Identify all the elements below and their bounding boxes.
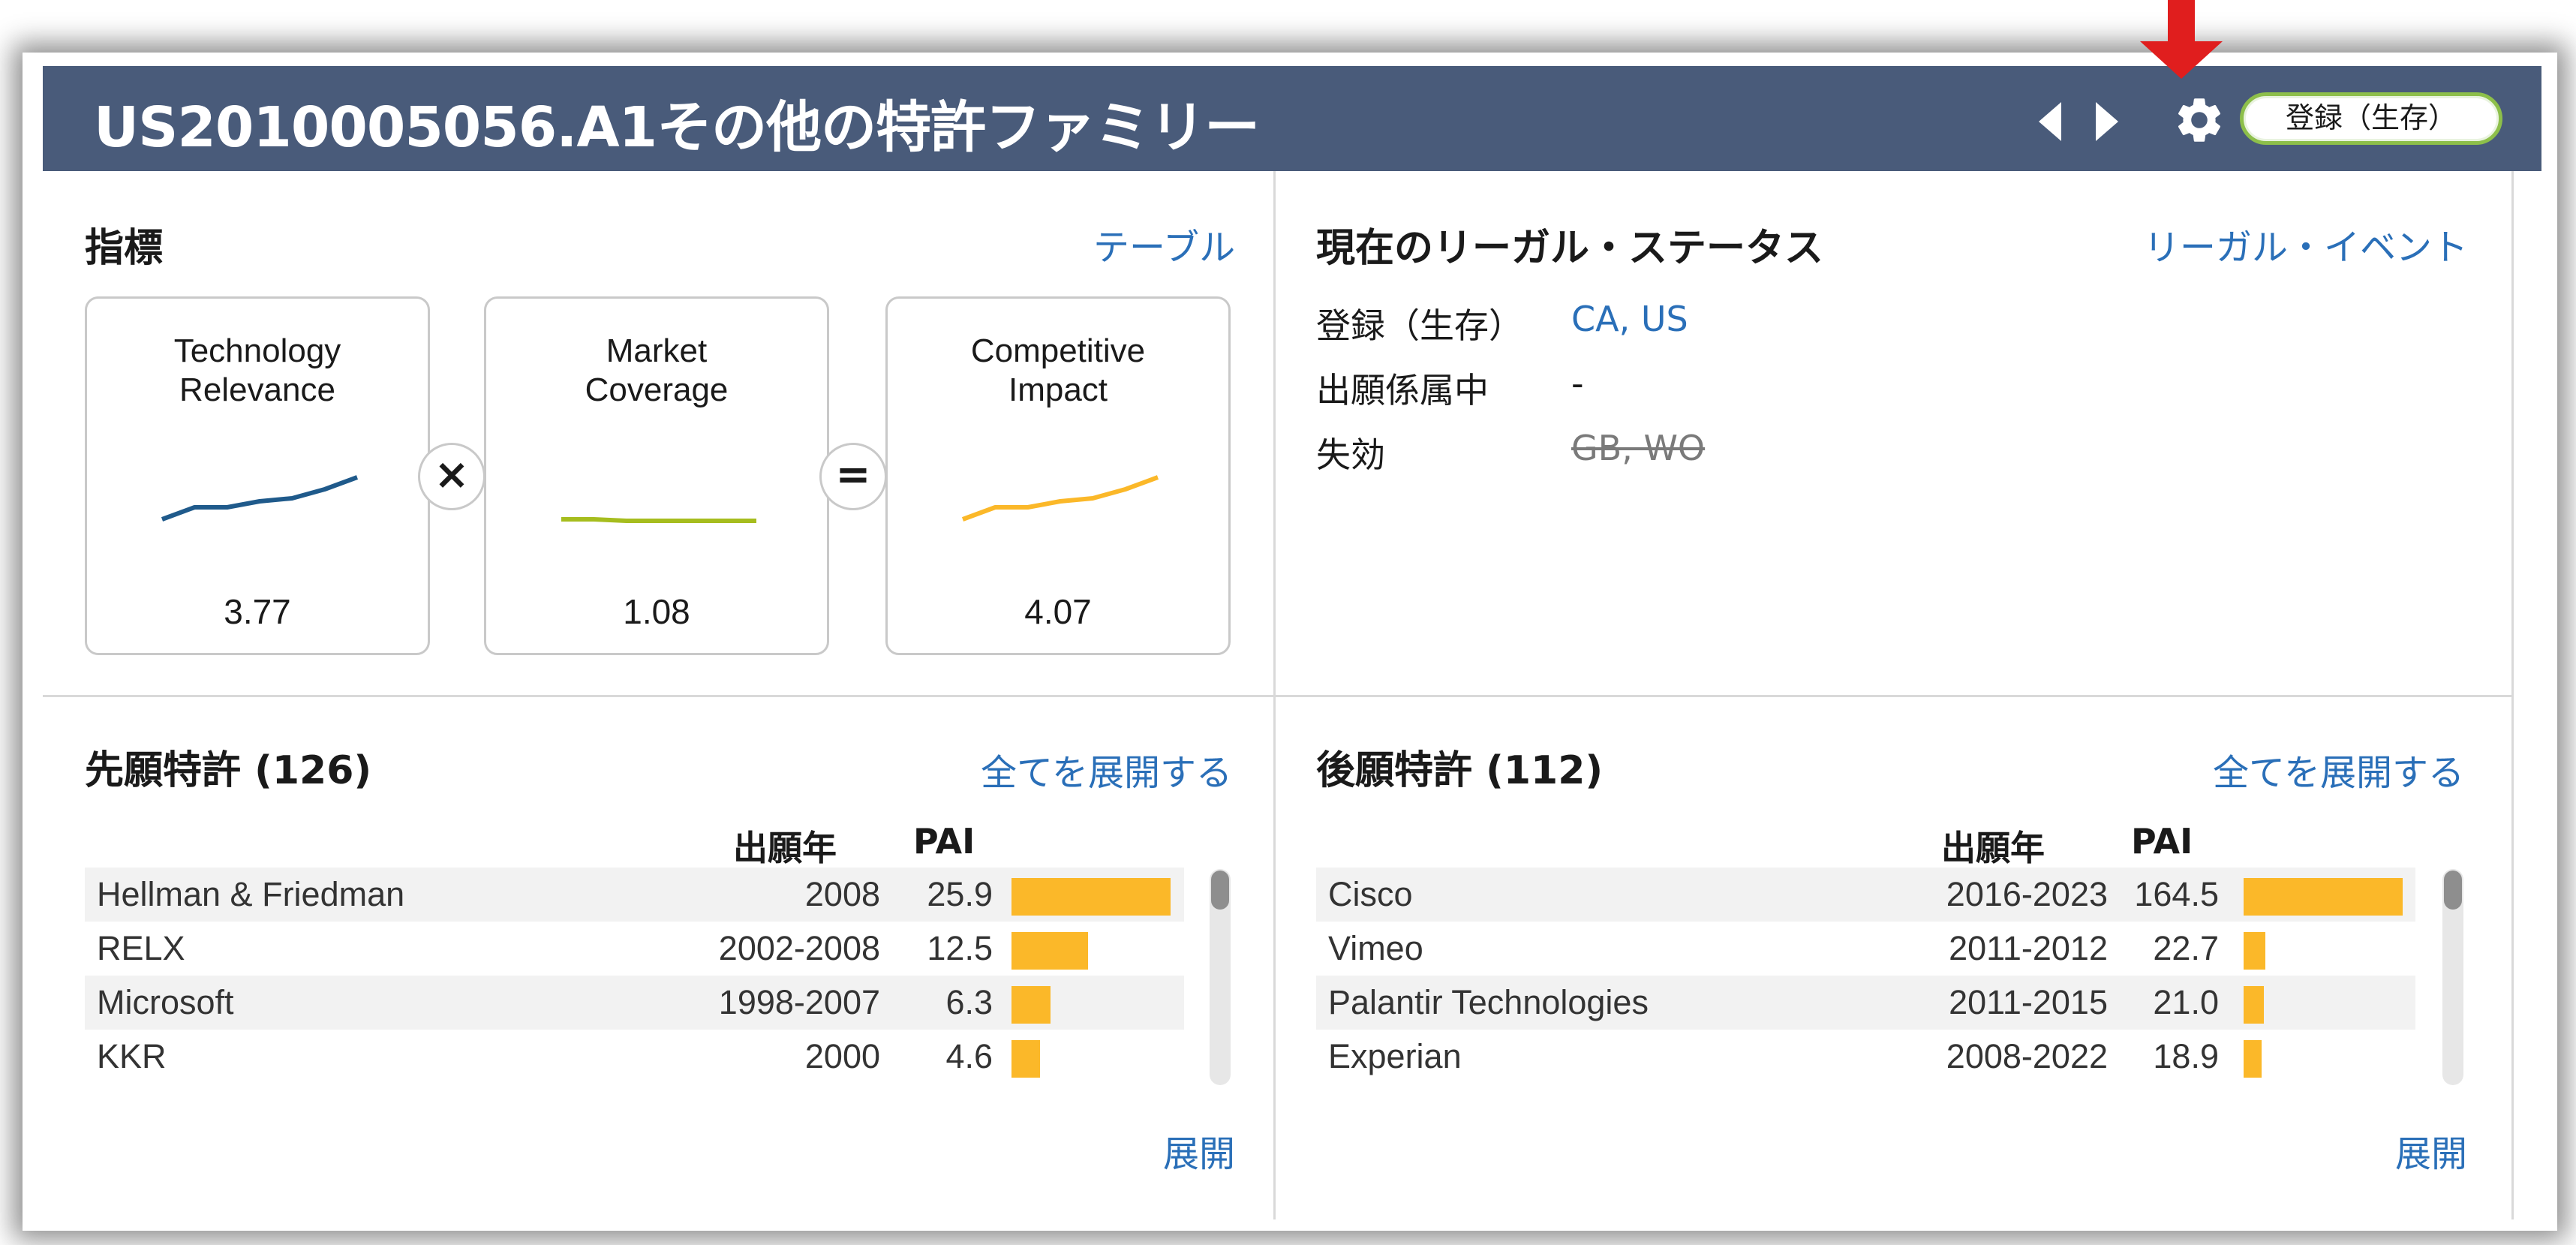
prior-expand-all-link[interactable]: 全てを展開する bbox=[981, 743, 1232, 795]
legal-value-link[interactable]: CA, US bbox=[1571, 299, 1688, 339]
assignee-name: Experian bbox=[1328, 1037, 1462, 1075]
pai-value: 6.3 bbox=[945, 983, 993, 1021]
metrics-title: 指標 bbox=[85, 226, 164, 271]
filing-year: 2008 bbox=[804, 875, 880, 913]
prior-expand-link[interactable]: 展開 bbox=[1163, 1124, 1235, 1177]
legal-key: 失効 bbox=[1316, 435, 1385, 475]
legal-value-lapsed[interactable]: GB, WO bbox=[1571, 428, 1705, 468]
sparkline-competitive-impact bbox=[961, 475, 1159, 522]
metric-value: 3.77 bbox=[224, 592, 291, 631]
equals-operator: = bbox=[819, 443, 887, 510]
prior-scrollbar[interactable] bbox=[1210, 869, 1231, 1085]
page-title: US2010005056.A1その他の特許ファミリー bbox=[94, 95, 1260, 160]
later-scrollbar[interactable] bbox=[2442, 869, 2463, 1085]
table-row[interactable]: Experian 2008-2022 18.9 bbox=[1316, 1030, 2415, 1084]
pai-bar bbox=[1011, 986, 1051, 1024]
sparkline-market-coverage bbox=[561, 517, 756, 523]
pai-value: 25.9 bbox=[927, 875, 993, 913]
table-row[interactable]: Palantir Technologies 2011-2015 21.0 bbox=[1316, 976, 2415, 1030]
pai-bar bbox=[2244, 1040, 2262, 1078]
later-col-pai: PAI bbox=[2131, 821, 2193, 862]
metric-value: 4.07 bbox=[1024, 592, 1092, 631]
assignee-name: Cisco bbox=[1328, 875, 1413, 913]
prior-scroll-thumb[interactable] bbox=[1211, 871, 1229, 910]
assignee-name: Microsoft bbox=[97, 983, 234, 1021]
pai-value: 18.9 bbox=[2153, 1037, 2219, 1075]
table-row[interactable]: KKR 2000 4.6 bbox=[85, 1030, 1184, 1084]
filing-year: 2008-2022 bbox=[1946, 1037, 2108, 1075]
assignee-name: Hellman & Friedman bbox=[97, 875, 405, 913]
table-row[interactable]: Vimeo 2011-2012 22.7 bbox=[1316, 922, 2415, 976]
chevron-left-icon[interactable] bbox=[2039, 102, 2061, 141]
filing-year: 2002-2008 bbox=[718, 929, 880, 967]
status-badge[interactable]: 登録（生存） bbox=[2240, 92, 2502, 145]
filing-year: 2011-2012 bbox=[1949, 929, 2108, 967]
filing-year: 2000 bbox=[804, 1037, 880, 1075]
assignee-name: RELX bbox=[97, 929, 185, 967]
content-panels: 指標 テーブル Technology Relevance 3.77 × Mark… bbox=[43, 171, 2514, 1219]
later-expand-all-link[interactable]: 全てを展開する bbox=[2213, 743, 2464, 795]
metric-card-market-coverage[interactable]: Market Coverage 1.08 bbox=[484, 296, 829, 655]
pai-value: 164.5 bbox=[2134, 875, 2219, 913]
metric-label: Technology Relevance bbox=[173, 332, 341, 408]
sparkline-technology-relevance bbox=[161, 475, 359, 522]
legal-key: 登録（生存） bbox=[1316, 305, 1523, 346]
prior-patents-title: 先願特許 (126) bbox=[85, 748, 372, 793]
annotation-arrow-down-icon bbox=[2140, 0, 2223, 79]
pai-bar bbox=[1011, 1040, 1040, 1078]
assignee-name: Palantir Technologies bbox=[1328, 983, 1649, 1021]
pai-bar bbox=[2244, 986, 2265, 1024]
pai-bar bbox=[2244, 932, 2266, 970]
later-patents-title: 後願特許 (112) bbox=[1316, 748, 1604, 793]
table-row[interactable]: Microsoft 1998-2007 6.3 bbox=[85, 976, 1184, 1030]
pai-value: 12.5 bbox=[927, 929, 993, 967]
pai-bar bbox=[1011, 878, 1171, 916]
metric-label: Competitive Impact bbox=[970, 332, 1146, 408]
later-expand-link[interactable]: 展開 bbox=[2395, 1124, 2467, 1177]
header-bar: US2010005056.A1その他の特許ファミリー 登録（生存） bbox=[43, 66, 2541, 171]
filing-year: 1998-2007 bbox=[718, 983, 880, 1021]
filing-year: 2016-2023 bbox=[1946, 875, 2108, 913]
legal-events-link[interactable]: リーガル・イベント bbox=[2144, 218, 2468, 270]
later-scroll-thumb[interactable] bbox=[2444, 871, 2462, 910]
metric-card-competitive-impact[interactable]: Competitive Impact 4.07 bbox=[885, 296, 1231, 655]
metric-value: 1.08 bbox=[623, 592, 690, 631]
filing-year: 2011-2015 bbox=[1949, 983, 2108, 1021]
table-link[interactable]: テーブル bbox=[1093, 218, 1235, 270]
pai-value: 4.6 bbox=[945, 1037, 993, 1075]
table-row[interactable]: Hellman & Friedman 2008 25.9 bbox=[85, 868, 1184, 922]
prior-col-pai: PAI bbox=[913, 821, 975, 862]
right-border bbox=[2511, 171, 2514, 1219]
later-col-year: 出願年 bbox=[1941, 828, 2045, 868]
sparkline-series bbox=[561, 517, 756, 523]
sparkline-series bbox=[961, 475, 1159, 522]
table-row[interactable]: Cisco 2016-2023 164.5 bbox=[1316, 868, 2415, 922]
assignee-name: Vimeo bbox=[1328, 929, 1423, 967]
gear-icon[interactable] bbox=[2172, 93, 2226, 147]
legal-key: 出願係属中 bbox=[1316, 370, 1489, 410]
multiply-operator: × bbox=[418, 443, 485, 510]
metric-card-technology-relevance[interactable]: Technology Relevance 3.77 bbox=[85, 296, 430, 655]
pai-bar bbox=[2244, 878, 2403, 916]
chevron-right-icon[interactable] bbox=[2096, 102, 2118, 141]
metric-label: Market Coverage bbox=[585, 332, 729, 408]
table-row[interactable]: RELX 2002-2008 12.5 bbox=[85, 922, 1184, 976]
pai-value: 22.7 bbox=[2153, 929, 2219, 967]
assignee-name: KKR bbox=[97, 1037, 167, 1075]
pai-bar bbox=[1011, 932, 1089, 970]
prior-col-year: 出願年 bbox=[733, 828, 837, 868]
sparkline-series bbox=[161, 475, 359, 522]
pai-value: 21.0 bbox=[2153, 983, 2219, 1021]
horizontal-divider bbox=[43, 695, 2511, 697]
legal-status-title: 現在のリーガル・ステータス bbox=[1316, 226, 1824, 271]
legal-value: - bbox=[1571, 363, 1584, 404]
